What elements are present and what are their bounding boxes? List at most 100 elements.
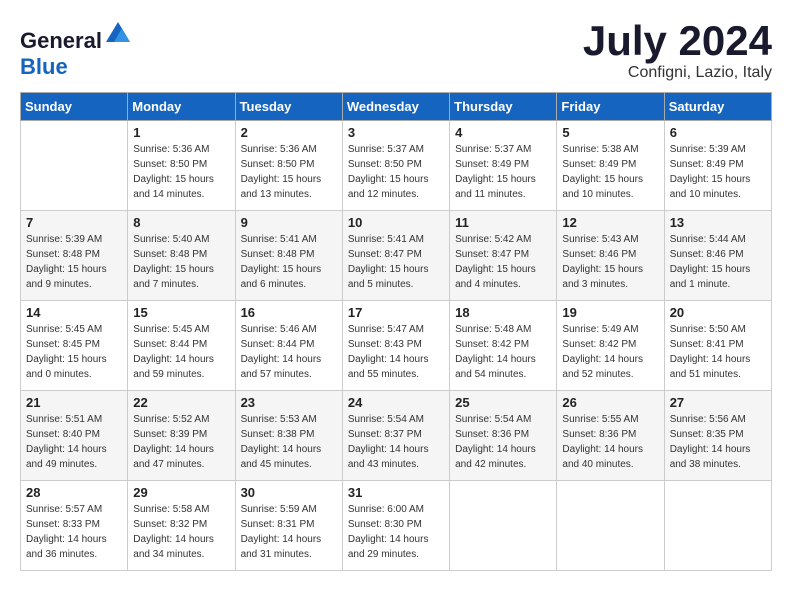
calendar-cell [664, 481, 771, 571]
day-number: 6 [670, 125, 766, 140]
col-header-tuesday: Tuesday [235, 93, 342, 121]
calendar-cell: 10Sunrise: 5:41 AM Sunset: 8:47 PM Dayli… [342, 211, 449, 301]
day-number: 26 [562, 395, 658, 410]
calendar-week-row: 21 Sunrise: 5:51 AM Sunset: 8:40 PM Dayli… [21, 391, 772, 481]
day-info: Sunrise: 5:37 AM Sunset: 8:50 PM Dayligh… [348, 142, 444, 202]
col-header-friday: Friday [557, 93, 664, 121]
day-number: 7 [26, 215, 122, 230]
day-info: Sunrise: 5:57 AM Sunset: 8:33 PM Dayligh… [26, 502, 122, 562]
day-info: Sunrise: 5:40 AM Sunset: 8:48 PM Dayligh… [133, 232, 229, 292]
day-number: 18 [455, 305, 551, 320]
day-info: Sunrise: 5:43 AM Sunset: 8:46 PM Dayligh… [562, 232, 658, 292]
calendar-week-row: 14 Sunrise: 5:45 AM Sunset: 8:45 PM Dayli… [21, 301, 772, 391]
calendar-cell: 9 Sunrise: 5:41 AM Sunset: 8:48 PM Daylig… [235, 211, 342, 301]
calendar-cell: 18 Sunrise: 5:48 AM Sunset: 8:42 PM Dayli… [450, 301, 557, 391]
calendar-cell: 12 Sunrise: 5:43 AM Sunset: 8:46 PM Dayli… [557, 211, 664, 301]
day-number: 4 [455, 125, 551, 140]
calendar-cell: 7Sunrise: 5:39 AM Sunset: 8:48 PM Daylig… [21, 211, 128, 301]
day-info: Sunrise: 5:51 AM Sunset: 8:40 PM Dayligh… [26, 412, 122, 472]
logo-icon [104, 20, 132, 48]
day-number: 2 [241, 125, 337, 140]
day-number: 27 [670, 395, 766, 410]
calendar-cell: 3Sunrise: 5:37 AM Sunset: 8:50 PM Daylig… [342, 121, 449, 211]
day-info: Sunrise: 5:36 AM Sunset: 8:50 PM Dayligh… [133, 142, 229, 202]
calendar-week-row: 1 Sunrise: 5:36 AM Sunset: 8:50 PM Daylig… [21, 121, 772, 211]
calendar-cell: 16 Sunrise: 5:46 AM Sunset: 8:44 PM Dayli… [235, 301, 342, 391]
day-number: 15 [133, 305, 229, 320]
calendar-cell: 30Sunrise: 5:59 AM Sunset: 8:31 PM Dayli… [235, 481, 342, 571]
calendar-cell: 29Sunrise: 5:58 AM Sunset: 8:32 PM Dayli… [128, 481, 235, 571]
day-number: 11 [455, 215, 551, 230]
day-info: Sunrise: 5:55 AM Sunset: 8:36 PM Dayligh… [562, 412, 658, 472]
col-header-monday: Monday [128, 93, 235, 121]
day-number: 20 [670, 305, 766, 320]
day-info: Sunrise: 5:44 AM Sunset: 8:46 PM Dayligh… [670, 232, 766, 292]
day-number: 13 [670, 215, 766, 230]
day-info: Sunrise: 6:00 AM Sunset: 8:30 PM Dayligh… [348, 502, 444, 562]
calendar-cell [450, 481, 557, 571]
calendar-cell: 25Sunrise: 5:54 AM Sunset: 8:36 PM Dayli… [450, 391, 557, 481]
day-number: 5 [562, 125, 658, 140]
day-info: Sunrise: 5:54 AM Sunset: 8:37 PM Dayligh… [348, 412, 444, 472]
day-number: 24 [348, 395, 444, 410]
calendar-cell: 1 Sunrise: 5:36 AM Sunset: 8:50 PM Daylig… [128, 121, 235, 211]
location-subtitle: Configni, Lazio, Italy [583, 64, 772, 82]
logo: General Blue [20, 20, 132, 80]
day-info: Sunrise: 5:45 AM Sunset: 8:44 PM Dayligh… [133, 322, 229, 382]
day-info: Sunrise: 5:58 AM Sunset: 8:32 PM Dayligh… [133, 502, 229, 562]
calendar-cell: 20 Sunrise: 5:50 AM Sunset: 8:41 PM Dayli… [664, 301, 771, 391]
calendar-header-row: SundayMondayTuesdayWednesdayThursdayFrid… [21, 93, 772, 121]
day-info: Sunrise: 5:42 AM Sunset: 8:47 PM Dayligh… [455, 232, 551, 292]
calendar-cell: 11 Sunrise: 5:42 AM Sunset: 8:47 PM Dayli… [450, 211, 557, 301]
calendar-cell: 31 Sunrise: 6:00 AM Sunset: 8:30 PM Dayli… [342, 481, 449, 571]
day-number: 16 [241, 305, 337, 320]
day-info: Sunrise: 5:46 AM Sunset: 8:44 PM Dayligh… [241, 322, 337, 382]
col-header-wednesday: Wednesday [342, 93, 449, 121]
day-number: 14 [26, 305, 122, 320]
day-info: Sunrise: 5:48 AM Sunset: 8:42 PM Dayligh… [455, 322, 551, 382]
day-info: Sunrise: 5:36 AM Sunset: 8:50 PM Dayligh… [241, 142, 337, 202]
day-number: 31 [348, 485, 444, 500]
logo-blue: Blue [20, 54, 68, 79]
col-header-sunday: Sunday [21, 93, 128, 121]
day-number: 1 [133, 125, 229, 140]
calendar-cell: 27 Sunrise: 5:56 AM Sunset: 8:35 PM Dayli… [664, 391, 771, 481]
calendar-cell [21, 121, 128, 211]
day-info: Sunrise: 5:56 AM Sunset: 8:35 PM Dayligh… [670, 412, 766, 472]
day-info: Sunrise: 5:39 AM Sunset: 8:49 PM Dayligh… [670, 142, 766, 202]
day-number: 30 [241, 485, 337, 500]
day-info: Sunrise: 5:47 AM Sunset: 8:43 PM Dayligh… [348, 322, 444, 382]
col-header-saturday: Saturday [664, 93, 771, 121]
page-header: General Blue July 2024 Configni, Lazio, … [20, 20, 772, 82]
day-info: Sunrise: 5:41 AM Sunset: 8:47 PM Dayligh… [348, 232, 444, 292]
day-info: Sunrise: 5:54 AM Sunset: 8:36 PM Dayligh… [455, 412, 551, 472]
calendar-cell: 14 Sunrise: 5:45 AM Sunset: 8:45 PM Dayli… [21, 301, 128, 391]
month-year-title: July 2024 [583, 20, 772, 62]
calendar-cell: 4 Sunrise: 5:37 AM Sunset: 8:49 PM Daylig… [450, 121, 557, 211]
day-number: 21 [26, 395, 122, 410]
calendar-cell [557, 481, 664, 571]
day-info: Sunrise: 5:45 AM Sunset: 8:45 PM Dayligh… [26, 322, 122, 382]
calendar-table: SundayMondayTuesdayWednesdayThursdayFrid… [20, 92, 772, 571]
calendar-cell: 2 Sunrise: 5:36 AM Sunset: 8:50 PM Daylig… [235, 121, 342, 211]
calendar-cell: 5 Sunrise: 5:38 AM Sunset: 8:49 PM Daylig… [557, 121, 664, 211]
day-info: Sunrise: 5:41 AM Sunset: 8:48 PM Dayligh… [241, 232, 337, 292]
calendar-week-row: 7Sunrise: 5:39 AM Sunset: 8:48 PM Daylig… [21, 211, 772, 301]
calendar-cell: 13 Sunrise: 5:44 AM Sunset: 8:46 PM Dayli… [664, 211, 771, 301]
title-block: July 2024 Configni, Lazio, Italy [583, 20, 772, 82]
day-number: 19 [562, 305, 658, 320]
day-info: Sunrise: 5:37 AM Sunset: 8:49 PM Dayligh… [455, 142, 551, 202]
day-number: 9 [241, 215, 337, 230]
calendar-cell: 23Sunrise: 5:53 AM Sunset: 8:38 PM Dayli… [235, 391, 342, 481]
day-number: 28 [26, 485, 122, 500]
day-number: 8 [133, 215, 229, 230]
day-number: 22 [133, 395, 229, 410]
day-info: Sunrise: 5:50 AM Sunset: 8:41 PM Dayligh… [670, 322, 766, 382]
calendar-cell: 17 Sunrise: 5:47 AM Sunset: 8:43 PM Dayli… [342, 301, 449, 391]
calendar-week-row: 28 Sunrise: 5:57 AM Sunset: 8:33 PM Dayli… [21, 481, 772, 571]
day-info: Sunrise: 5:38 AM Sunset: 8:49 PM Dayligh… [562, 142, 658, 202]
day-number: 12 [562, 215, 658, 230]
day-number: 17 [348, 305, 444, 320]
day-info: Sunrise: 5:52 AM Sunset: 8:39 PM Dayligh… [133, 412, 229, 472]
day-number: 23 [241, 395, 337, 410]
